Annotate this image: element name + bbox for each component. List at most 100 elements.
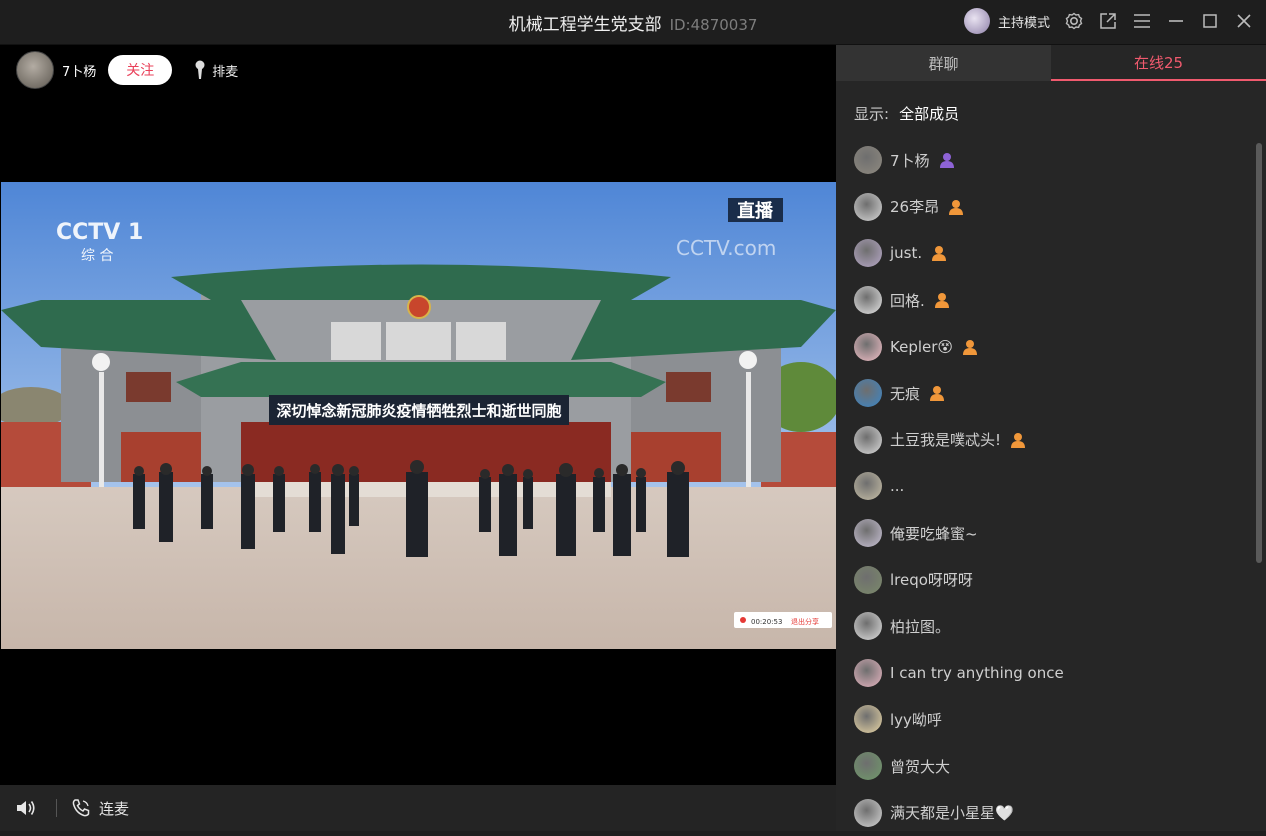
member-item[interactable]: 无痕 <box>836 370 1256 417</box>
member-avatar[interactable] <box>854 658 882 687</box>
member-name: 曾贺大大 <box>890 757 951 776</box>
member-name: 满天都是小星星🤍 <box>890 804 1014 823</box>
tab-online-members[interactable]: 在线25 <box>1051 45 1266 81</box>
member-item[interactable]: lyy呦呼 <box>836 696 1256 743</box>
member-name: lyy呦呼 <box>890 710 942 729</box>
room-name: 机械工程学生党支部 <box>508 15 662 35</box>
room-id: ID:4870037 <box>669 16 758 34</box>
member-avatar[interactable] <box>854 519 882 548</box>
popout-icon[interactable] <box>1098 11 1118 31</box>
title-bar: 机械工程学生党支部 ID:4870037 主持模式 <box>0 0 1266 45</box>
member-avatar[interactable] <box>854 239 882 268</box>
stage-host-bar: 7卜杨 关注 排麦 <box>16 51 238 89</box>
microphone-icon <box>195 60 205 79</box>
member-avatar[interactable] <box>854 612 882 641</box>
member-list: 7卜杨 26李昂 just. 回格. Kepler😵 无痕土豆我是噗忒头!... 俺要吃蜂蜜… <box>836 137 1256 836</box>
member-avatar[interactable] <box>854 379 882 408</box>
member-filter[interactable]: 显示: 全部成员 <box>854 103 959 124</box>
member-name: Kepler😵 <box>890 337 954 356</box>
maximize-icon[interactable] <box>1200 11 1220 31</box>
member-avatar[interactable] <box>854 192 882 221</box>
member-item[interactable]: 回格. <box>836 277 1256 324</box>
member-item[interactable]: just. <box>836 230 1256 277</box>
window <box>456 322 506 360</box>
cctv-logo: CCTV 1 <box>56 220 143 245</box>
porch-roof <box>176 362 666 397</box>
lamp <box>739 351 757 369</box>
member-name: 无痕 <box>890 384 921 403</box>
minimize-icon[interactable] <box>1166 11 1186 31</box>
member-avatar[interactable] <box>854 425 882 454</box>
national-emblem <box>407 295 431 319</box>
bottom-toolbar: 连麦 <box>0 785 836 831</box>
queue-button[interactable]: 排麦 <box>194 60 238 80</box>
member-name: 7卜杨 <box>890 151 930 170</box>
window <box>331 322 381 360</box>
member-avatar[interactable] <box>854 752 882 781</box>
side-panel: 群聊 在线25 显示: 全部成员 7卜杨 26李昂 just. 回格. Kepler😵 无痕… <box>836 45 1266 831</box>
share-timer: 00:20:53 <box>751 618 782 626</box>
cctv-watermark: CCTV.com <box>676 236 776 260</box>
member-avatar[interactable] <box>854 286 882 315</box>
member-item[interactable]: 26李昂 <box>836 184 1256 231</box>
member-avatar[interactable] <box>854 565 882 594</box>
stage-host-name: 7卜杨 <box>62 64 97 80</box>
member-item[interactable]: 满天都是小星星🤍 <box>836 789 1256 836</box>
member-avatar[interactable] <box>854 798 882 827</box>
lamp-post <box>746 372 751 502</box>
member-badge-icon <box>930 386 945 402</box>
live-badge: 直播 <box>737 200 774 222</box>
record-dot-icon <box>740 617 746 623</box>
member-item[interactable]: 7卜杨 <box>836 137 1256 184</box>
connect-mic-button[interactable]: 连麦 <box>71 798 129 819</box>
current-user-avatar[interactable] <box>963 8 990 34</box>
member-name: I can try anything once <box>890 663 1064 682</box>
member-badge-icon <box>963 339 978 355</box>
member-name: 俺要吃蜂蜜~ <box>890 524 978 543</box>
volume-icon[interactable] <box>14 796 38 820</box>
member-item[interactable]: Kepler😵 <box>836 323 1256 370</box>
member-list-scrollbar[interactable] <box>1256 143 1262 563</box>
member-badge-icon <box>1011 432 1026 448</box>
tab-group-chat[interactable]: 群聊 <box>836 45 1051 81</box>
member-name: 柏拉图。 <box>890 617 951 636</box>
member-name: 土豆我是噗忒头! <box>890 431 1002 450</box>
member-badge-icon <box>932 246 947 262</box>
settings-icon[interactable] <box>1064 11 1084 31</box>
member-avatar[interactable] <box>854 705 882 734</box>
host-mode-label[interactable]: 主持模式 <box>998 12 1050 31</box>
cctv-channel-sub: 综 合 <box>81 248 113 264</box>
close-icon[interactable] <box>1234 11 1254 31</box>
lamp <box>92 353 110 371</box>
member-name: lreqo呀呀呀 <box>890 571 973 590</box>
member-name: 回格. <box>890 291 925 310</box>
member-badge-icon <box>934 293 949 309</box>
follow-button[interactable]: 关注 <box>108 55 173 85</box>
member-item[interactable]: ... <box>836 463 1256 510</box>
member-item[interactable]: 土豆我是噗忒头! <box>836 417 1256 464</box>
exit-share-button[interactable]: 退出分享 <box>791 617 819 626</box>
member-item[interactable]: 柏拉图。 <box>836 603 1256 650</box>
member-avatar[interactable] <box>854 146 882 175</box>
stage-host-avatar[interactable] <box>16 51 54 89</box>
member-avatar[interactable] <box>854 472 882 501</box>
member-avatar[interactable] <box>854 332 882 361</box>
member-item[interactable]: lreqo呀呀呀 <box>836 556 1256 603</box>
lamp-post <box>99 372 104 497</box>
video-stage: 7卜杨 关注 排麦 深切悼念新冠肺炎疫情牺牲烈士和逝世同胞 CCTV 1 综 合… <box>0 45 836 785</box>
window <box>126 372 171 402</box>
filter-value[interactable]: 全部成员 <box>899 105 959 123</box>
host-badge-icon <box>939 153 954 169</box>
member-item[interactable]: I can try anything once <box>836 650 1256 697</box>
member-item[interactable]: 曾贺大大 <box>836 743 1256 790</box>
live-video-frame: 深切悼念新冠肺炎疫情牺牲烈士和逝世同胞 CCTV 1 综 合 直播 CCTV.c… <box>1 182 836 649</box>
member-item[interactable]: 俺要吃蜂蜜~ <box>836 510 1256 557</box>
phone-icon <box>72 799 90 817</box>
window <box>666 372 711 402</box>
member-name: just. <box>890 244 923 263</box>
filter-label: 显示: <box>854 105 890 123</box>
queue-label: 排麦 <box>212 64 239 80</box>
memorial-banner: 深切悼念新冠肺炎疫情牺牲烈士和逝世同胞 <box>276 402 561 420</box>
menu-icon[interactable] <box>1132 11 1152 31</box>
member-name: 26李昂 <box>890 198 940 217</box>
